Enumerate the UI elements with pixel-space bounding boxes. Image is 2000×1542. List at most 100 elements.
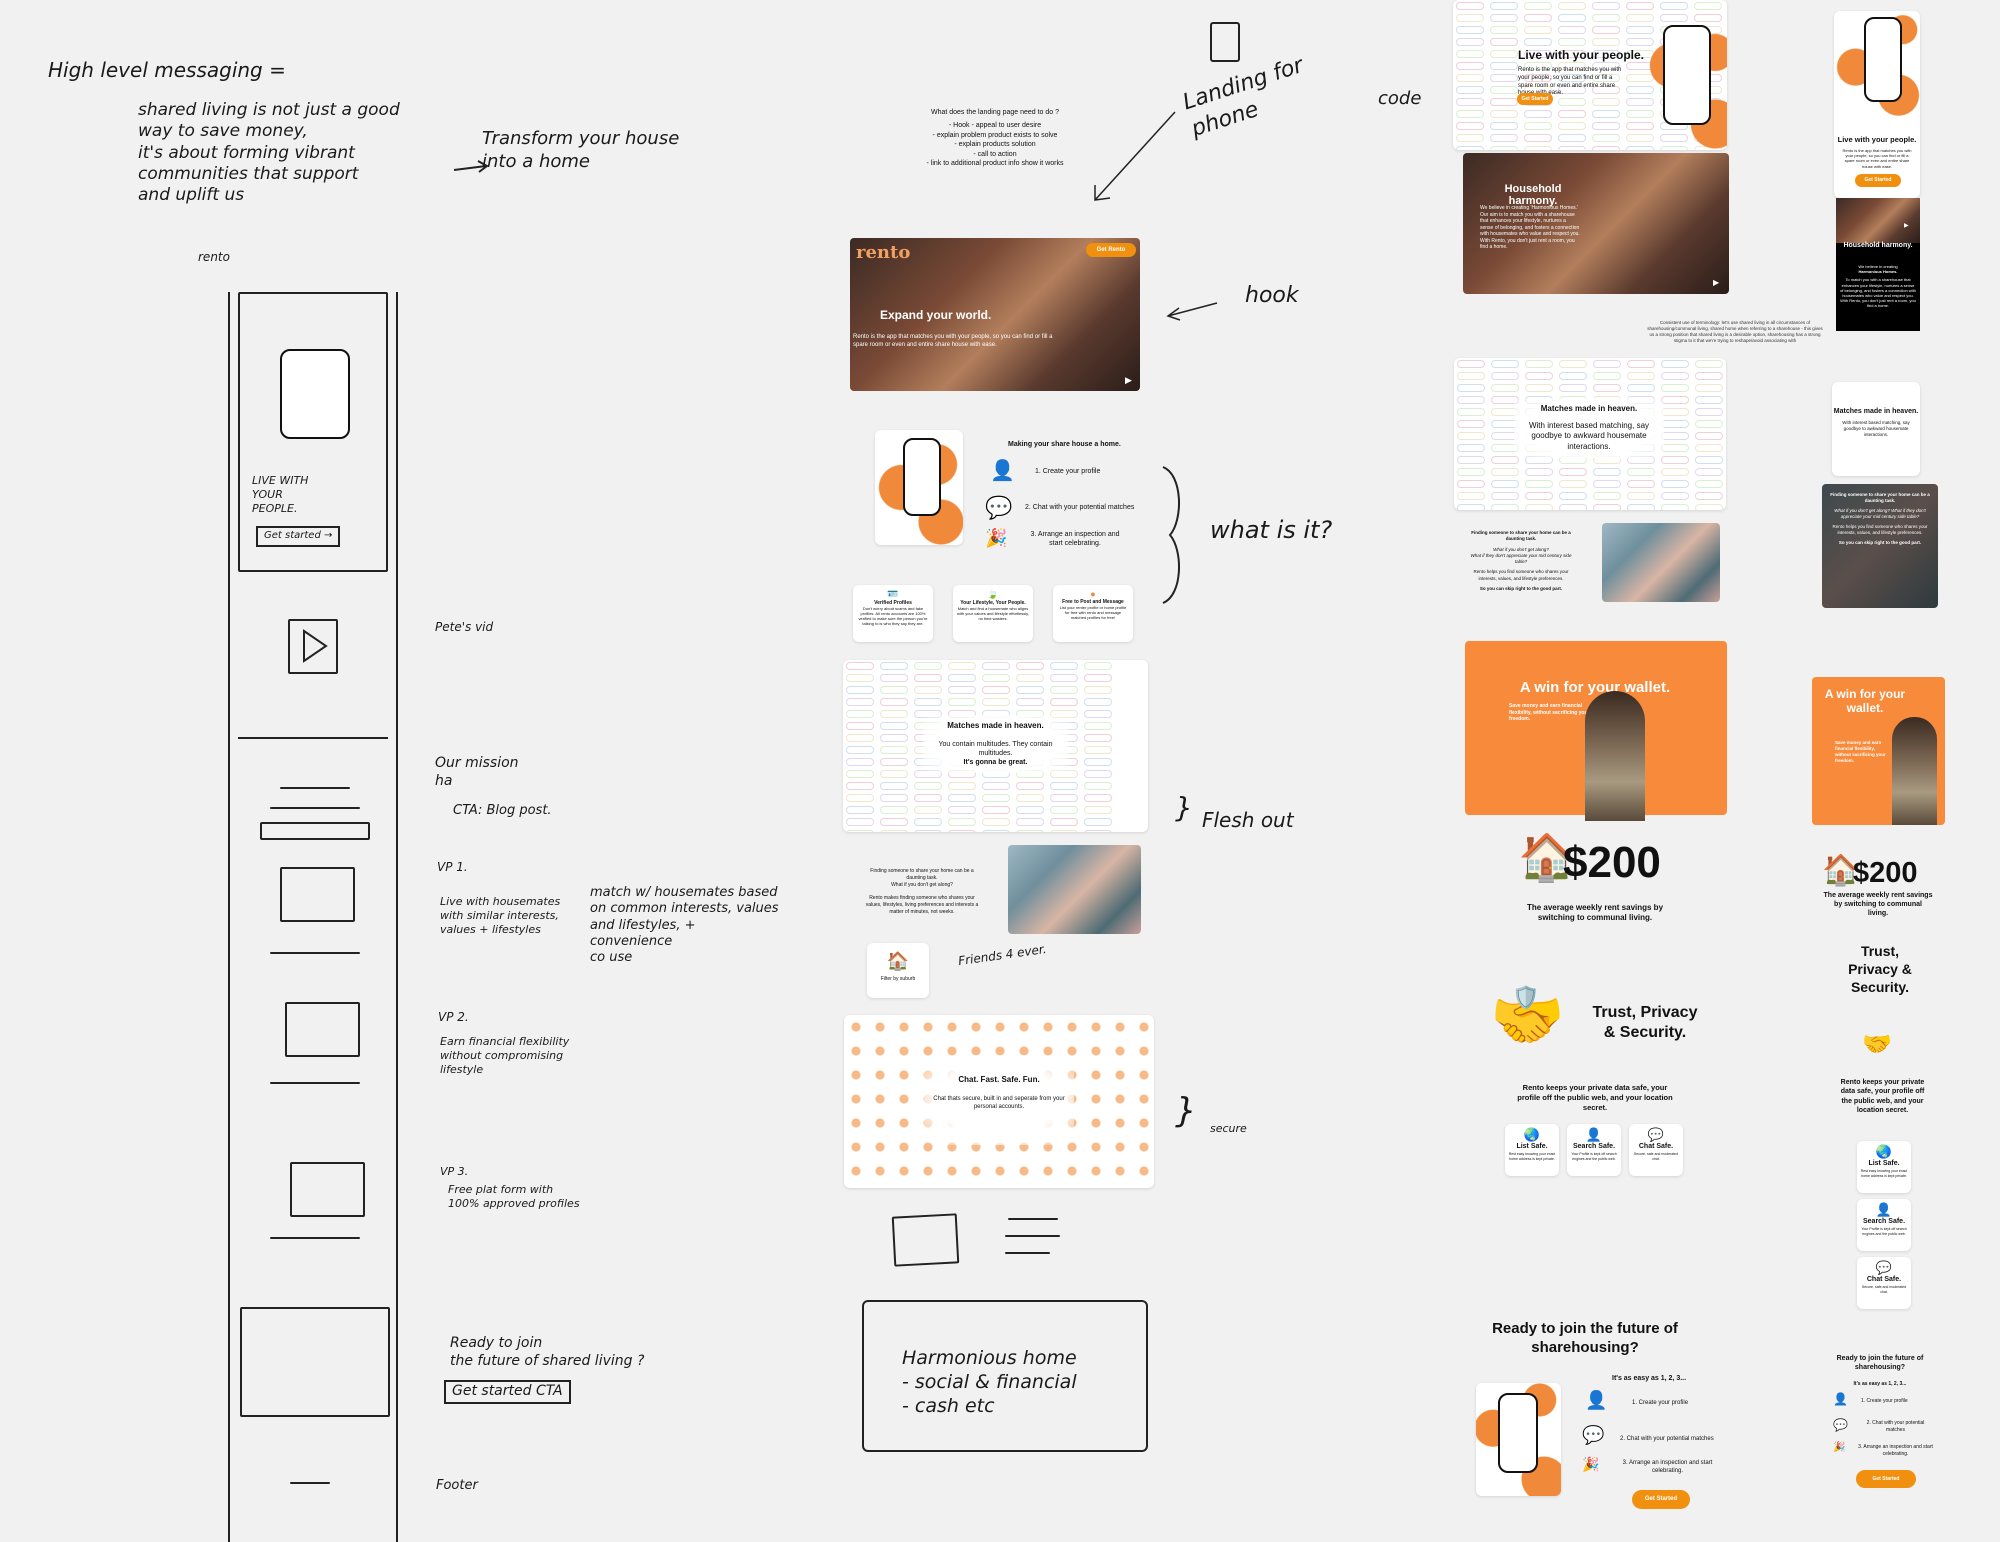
interest-pill xyxy=(1490,26,1518,34)
interest-pill xyxy=(1016,806,1044,814)
interest-pill xyxy=(1084,698,1112,706)
finding-end: So you can skip right to the good part. xyxy=(1479,586,1563,592)
get-started-button[interactable]: Get Started xyxy=(1856,1470,1916,1488)
wireframe-sketch: LIVE WITH YOUR PEOPLE. Get started → xyxy=(228,292,398,1542)
interest-pill xyxy=(1490,2,1518,10)
draft-chat-section: Chat. Fast. Safe. Fun. Chat thats secure… xyxy=(844,1015,1154,1188)
interest-pill xyxy=(1524,38,1552,46)
interest-pill xyxy=(1457,492,1485,500)
interest-pill xyxy=(1491,372,1519,380)
interest-pill xyxy=(846,698,874,706)
interest-pill xyxy=(1490,134,1518,142)
interest-pill xyxy=(880,758,908,766)
play-icon[interactable]: ▶ xyxy=(1904,222,1909,229)
interest-pill xyxy=(1457,360,1485,368)
play-icon[interactable]: ▶ xyxy=(1125,375,1132,386)
wireframe-ready-sketch xyxy=(240,1307,390,1417)
wireframe-image-sketch xyxy=(280,867,355,922)
interest-pill xyxy=(1558,38,1586,46)
interest-pill xyxy=(1695,396,1723,404)
interest-pill xyxy=(914,674,942,682)
interest-pill xyxy=(1695,504,1723,510)
interest-pill xyxy=(1457,444,1485,452)
safe-card-body: Your Profile is kept off search engines … xyxy=(1571,1152,1617,1161)
draft-hero: rento Get Rento Expand your world. Rento… xyxy=(850,238,1140,391)
interest-pill xyxy=(1593,492,1621,500)
get-started-button[interactable]: Get Started xyxy=(1632,1490,1690,1509)
interest-pill xyxy=(1695,480,1723,488)
get-started-button[interactable]: Get Started xyxy=(1517,93,1553,105)
interest-pill xyxy=(1558,14,1586,22)
interest-pill xyxy=(982,794,1010,802)
mobile-wallet: A win for your wallet. Save money and ea… xyxy=(1812,677,1945,825)
interest-pill xyxy=(1050,698,1078,706)
harmonious-sketch-box: Harmonious home - social & financial - c… xyxy=(862,1300,1148,1452)
hero-body: Rento is the app that matches you with y… xyxy=(853,334,1053,348)
interest-pill xyxy=(1084,674,1112,682)
brace-icon: } xyxy=(1175,791,1193,824)
note-flesh-out: Flesh out xyxy=(1202,808,1294,832)
step-item: 2. Chat with your potential matches xyxy=(1025,504,1135,511)
speech-bubble-sketch-icon: 💬 xyxy=(985,495,1013,520)
interest-pill xyxy=(1084,710,1112,718)
interest-pill xyxy=(1559,492,1587,500)
interest-pill xyxy=(948,830,976,832)
interest-pill xyxy=(1661,504,1689,510)
interest-pill xyxy=(846,806,874,814)
interest-pill xyxy=(1491,360,1519,368)
phone-mockup xyxy=(1663,25,1711,125)
interest-pill xyxy=(1050,806,1078,814)
interest-pill xyxy=(880,818,908,826)
interest-pill xyxy=(1456,110,1484,118)
harmony-lead: We believe in creating Harmonious Homes.… xyxy=(1840,264,1916,309)
safe-card: 💬 Chat Safe. Secure, safe and moderated ch… xyxy=(1629,1124,1683,1176)
chat-title: Chat. Fast. Safe. Fun. xyxy=(958,1075,1040,1084)
wireframe-phone-sketch xyxy=(280,349,350,439)
interest-pill xyxy=(1490,14,1518,22)
interest-pill xyxy=(1626,2,1654,10)
play-icon[interactable]: ▶ xyxy=(1713,278,1719,287)
house-icon: 🏠 xyxy=(886,951,910,971)
party-popper-icon: 🎉 xyxy=(985,528,1008,548)
interest-pill xyxy=(1627,480,1655,488)
interest-pill xyxy=(1050,674,1078,682)
interest-pill xyxy=(914,782,942,790)
interest-pill xyxy=(1592,134,1620,142)
interest-pill xyxy=(1490,122,1518,130)
globe-icon: 🌏 xyxy=(1523,1127,1541,1142)
interest-pill xyxy=(1525,384,1553,392)
interest-pill xyxy=(846,686,874,694)
note-vp1-body: Live with housemates with similar intere… xyxy=(440,895,561,936)
harmony-lead-bold: Harmonious Homes. xyxy=(1858,269,1898,275)
mobile-hero: Live with your people. Rento is the app … xyxy=(1834,11,1920,198)
interest-pill xyxy=(948,686,976,694)
interest-pill xyxy=(1524,122,1552,130)
interest-pill xyxy=(1661,456,1689,464)
interest-pill xyxy=(880,698,908,706)
interest-pill xyxy=(1593,360,1621,368)
savings-caption: The average weekly rent savings by switc… xyxy=(1823,892,1933,918)
finding-body: Rento helps you find someone who shares … xyxy=(1832,524,1928,536)
safe-card-title: List Safe. xyxy=(1868,1160,1900,1167)
get-rento-button[interactable]: Get Rento xyxy=(1086,243,1136,257)
friends-photo xyxy=(1602,523,1720,602)
safe-card-title: List Safe. xyxy=(1516,1143,1548,1150)
interest-pill xyxy=(846,794,874,802)
interest-pill xyxy=(1661,372,1689,380)
interest-pill xyxy=(1016,818,1044,826)
wallet-title: A win for your wallet. xyxy=(1519,679,1671,696)
interest-pill xyxy=(1558,26,1586,34)
interest-pill xyxy=(1456,74,1484,82)
savings-amount: $200 xyxy=(1853,857,1918,889)
terminology-note: Consistent use of terminology: let's use… xyxy=(1647,320,1823,344)
note-what-is-it: what is it? xyxy=(1210,516,1333,544)
interest-pill xyxy=(1050,794,1078,802)
ready-phone-image xyxy=(1476,1383,1561,1496)
get-started-button[interactable]: Get Started xyxy=(1855,174,1901,187)
brace-icon: } xyxy=(1175,1091,1197,1131)
interest-pill xyxy=(1661,468,1689,476)
interest-pill xyxy=(1490,50,1518,58)
interest-pill xyxy=(1016,674,1044,682)
woman-with-money-image xyxy=(1585,691,1645,821)
harmony-title: Household harmony. xyxy=(1843,242,1913,249)
